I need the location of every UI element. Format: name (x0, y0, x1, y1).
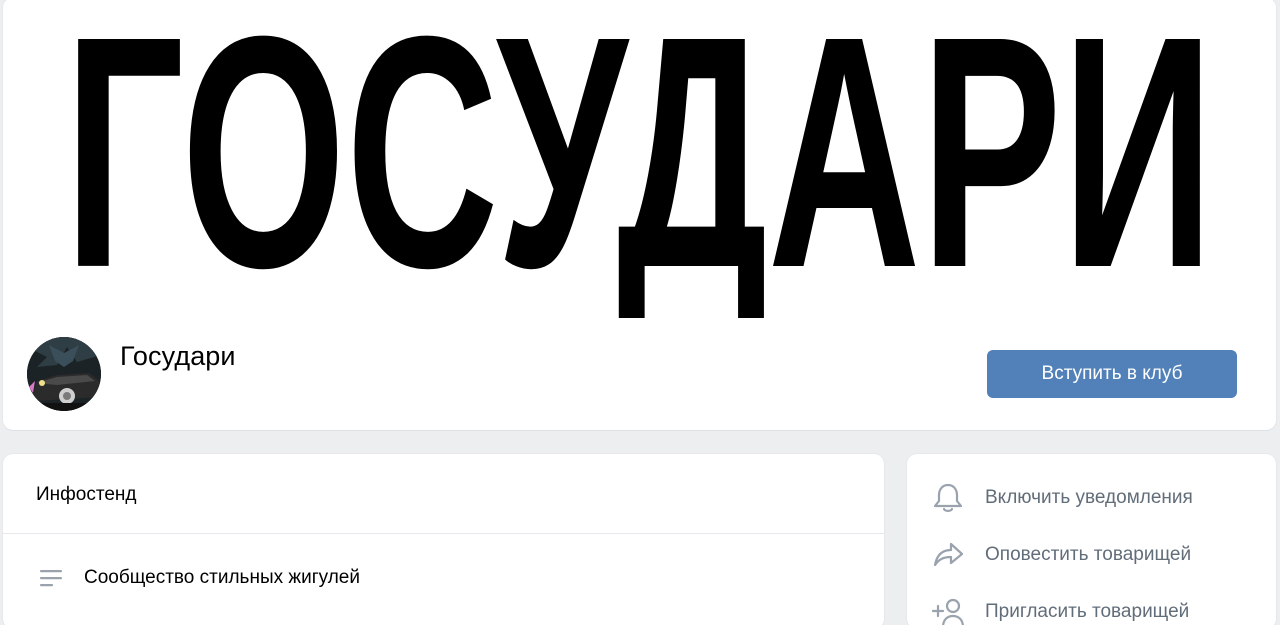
invite-comrades-label: Пригласить товарищей (985, 601, 1190, 622)
description-text: Сообщество стильных жигулей (84, 567, 360, 588)
cover-image: ГОСУДАРИ (3, 0, 1276, 318)
infostand-title: Инфостенд (36, 484, 137, 505)
add-user-icon (931, 598, 964, 625)
actions-card: Включить уведомления Оповестить товарище… (907, 454, 1276, 625)
join-club-button[interactable]: Вступить в клуб (987, 350, 1237, 398)
share-arrow-icon (933, 542, 964, 567)
enable-notifications-action[interactable]: Включить уведомления (907, 477, 1276, 517)
community-avatar[interactable] (27, 337, 101, 411)
cover-logo-text: ГОСУДАРИ (64, 0, 1214, 318)
invite-comrades-action[interactable]: Пригласить товарищей (907, 591, 1276, 625)
description-lines-icon (40, 570, 62, 587)
bell-icon (933, 483, 963, 512)
community-header: ГОСУДАРИ Государи Вступить в клуб (3, 0, 1276, 430)
notify-comrades-label: Оповестить товарищей (985, 544, 1192, 565)
description-row[interactable]: Сообщество стильных жигулей (3, 554, 884, 602)
infostand-card: Инфостенд Сообщество стильных жигулей (3, 454, 884, 625)
divider (3, 533, 884, 534)
enable-notifications-label: Включить уведомления (985, 487, 1193, 508)
community-page: ГОСУДАРИ Государи Вступить в клуб Инфост… (0, 0, 1280, 625)
notify-comrades-action[interactable]: Оповестить товарищей (907, 534, 1276, 574)
group-name: Государи (120, 341, 236, 371)
